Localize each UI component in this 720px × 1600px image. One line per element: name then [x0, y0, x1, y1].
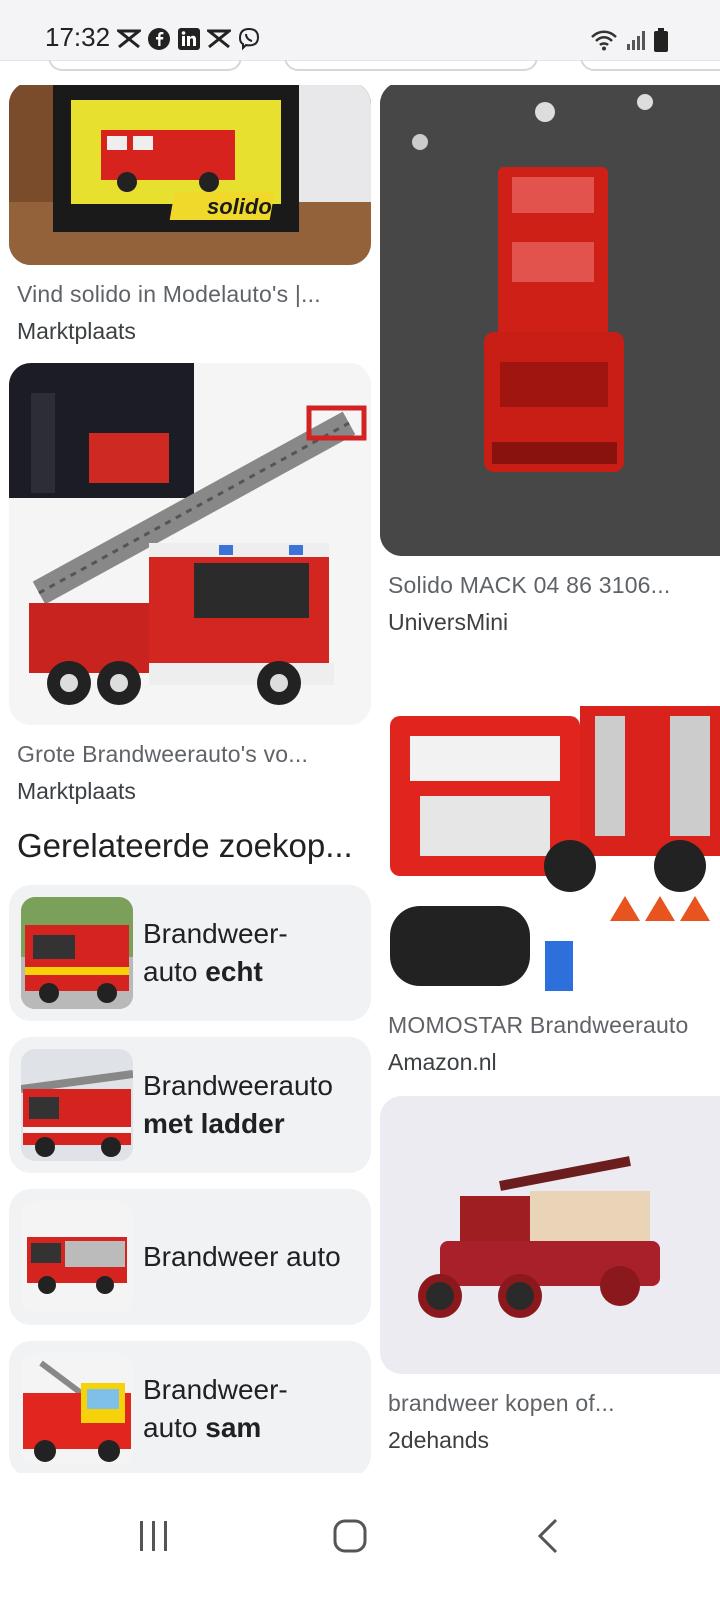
result-image[interactable]: [380, 656, 720, 996]
wifi-icon: [590, 29, 618, 56]
signal-icon: [626, 30, 646, 55]
image-result-card[interactable]: Grote Brandweerauto's vo... Marktplaats: [9, 363, 371, 805]
result-image[interactable]: [9, 363, 371, 725]
svg-text:solido: solido: [207, 194, 272, 219]
notification-icons: [117, 27, 261, 51]
related-thumbnail: [21, 1201, 133, 1313]
related-search-item[interactable]: Brandweerauto met ladder: [9, 1037, 371, 1173]
results-column-left: solido Vind solido in Modelauto's |... M…: [9, 82, 371, 1477]
search-chip-strip: [0, 53, 720, 85]
result-source[interactable]: Marktplaats: [17, 778, 371, 805]
related-label: Brandweerauto met ladder: [143, 1070, 333, 1139]
result-image[interactable]: solido: [9, 82, 371, 265]
result-source[interactable]: 2dehands: [388, 1427, 720, 1454]
result-image[interactable]: [380, 82, 720, 556]
result-source[interactable]: Amazon.nl: [388, 1049, 720, 1076]
viber-icon: [237, 27, 261, 51]
result-title[interactable]: brandweer kopen of...: [388, 1390, 720, 1417]
related-searches-list: Brandweer- auto echt Brandweerauto met l…: [9, 885, 371, 1477]
related-thumbnail: [21, 897, 133, 1009]
related-label: Brandweer- auto echt: [143, 918, 288, 987]
results-column-right: Solido MACK 04 86 3106... UniversMini MO…: [380, 82, 720, 1486]
result-title[interactable]: Grote Brandweerauto's vo...: [17, 741, 371, 768]
image-result-card[interactable]: brandweer kopen of... 2dehands: [380, 1096, 720, 1454]
facebook-icon: [147, 27, 171, 51]
related-search-item[interactable]: Brandweer auto: [9, 1189, 371, 1325]
result-title[interactable]: MOMOSTAR Brandweerauto: [388, 1012, 720, 1039]
linkedin-icon: [177, 27, 201, 51]
result-source[interactable]: Marktplaats: [17, 318, 371, 345]
related-thumbnail: [21, 1049, 133, 1161]
result-title[interactable]: Vind solido in Modelauto's |...: [17, 281, 371, 308]
related-label: Brandweer auto: [143, 1241, 341, 1272]
mail-x-icon: [207, 27, 231, 51]
related-searches-heading: Gerelateerde zoekop...: [17, 827, 353, 864]
image-result-card[interactable]: MOMOSTAR Brandweerauto Amazon.nl: [380, 656, 720, 1076]
related-thumbnail: [21, 1353, 133, 1465]
back-icon[interactable]: [518, 1511, 578, 1561]
image-result-card[interactable]: solido Vind solido in Modelauto's |... M…: [9, 82, 371, 345]
mail-x-icon: [117, 27, 141, 51]
result-image[interactable]: [380, 1096, 720, 1374]
result-title[interactable]: Solido MACK 04 86 3106...: [388, 572, 720, 599]
related-search-item[interactable]: Brandweer- auto sam: [9, 1341, 371, 1477]
image-result-card[interactable]: Solido MACK 04 86 3106... UniversMini: [380, 82, 720, 636]
battery-icon: [654, 28, 668, 57]
related-search-item[interactable]: Brandweer- auto echt: [9, 885, 371, 1021]
result-source[interactable]: UniversMini: [388, 609, 720, 636]
system-icons: [590, 28, 668, 57]
status-time: 17:32: [45, 22, 111, 52]
home-icon[interactable]: [320, 1511, 380, 1561]
recent-apps-icon[interactable]: [124, 1511, 184, 1561]
related-label: Brandweer- auto sam: [143, 1374, 288, 1443]
status-bar: 17:32: [0, 0, 720, 60]
system-navigation-bar: [0, 1473, 720, 1600]
